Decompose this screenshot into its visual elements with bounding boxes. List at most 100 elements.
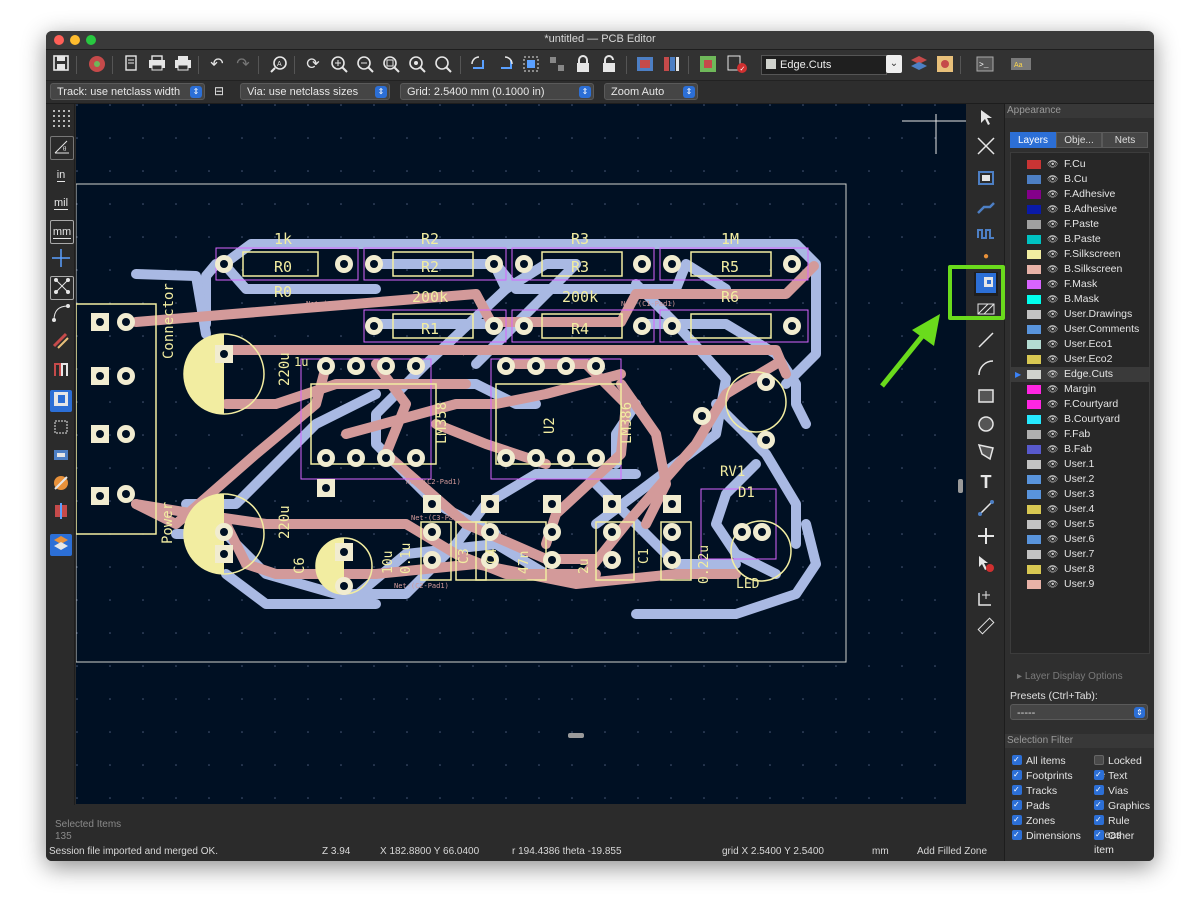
eye-icon[interactable]: 👁 (1047, 412, 1058, 427)
delete-tool-icon[interactable] (974, 554, 998, 578)
layer-color-swatch[interactable] (1027, 190, 1041, 199)
layer-row[interactable]: 👁 B.Adhesive (1011, 202, 1149, 217)
eye-icon[interactable]: 👁 (1047, 277, 1058, 292)
presets-select[interactable]: ----- ⇕ (1010, 704, 1148, 720)
save-icon[interactable] (50, 54, 72, 76)
drc-icon[interactable]: ✓ (726, 54, 748, 76)
active-layer-select[interactable]: Edge.Cuts (761, 55, 887, 75)
eye-icon[interactable]: 👁 (1047, 382, 1058, 397)
eye-icon[interactable]: 👁 (1047, 427, 1058, 442)
layer-row[interactable]: 👁 F.Silkscreen (1011, 247, 1149, 262)
layer-color-swatch[interactable] (1027, 220, 1041, 229)
eye-icon[interactable]: 👁 (1047, 547, 1058, 562)
layer-row[interactable]: 👁 User.3 (1011, 487, 1149, 502)
eye-icon[interactable]: 👁 (1047, 187, 1058, 202)
cursor-crosshair-icon[interactable] (50, 248, 72, 270)
high-contrast-icon[interactable] (50, 474, 72, 496)
plugin-icon[interactable]: Aa (1010, 54, 1032, 76)
grid-toggle-icon[interactable] (50, 108, 72, 130)
layer-color-swatch[interactable] (1027, 490, 1041, 499)
selection-filter-checkbox[interactable]: Graphics (1094, 799, 1150, 813)
set-origin-icon[interactable] (974, 588, 998, 612)
layer-color-swatch[interactable] (1027, 355, 1041, 364)
layer-pair-icon[interactable] (908, 54, 930, 76)
zoom-out-icon[interactable] (354, 54, 376, 76)
chevron-down-icon[interactable]: ⌄ (886, 55, 902, 73)
ungroup-icon[interactable] (546, 54, 568, 76)
selection-filter-checkbox[interactable]: Other item (1094, 829, 1154, 856)
unlock-icon[interactable] (598, 54, 620, 76)
draw-rectangle-icon[interactable] (974, 386, 998, 410)
layer-row[interactable]: 👁 User.8 (1011, 562, 1149, 577)
layer-color-swatch[interactable] (1027, 415, 1041, 424)
layer-row[interactable]: 👁 User.Eco1 (1011, 337, 1149, 352)
add-anchor-icon[interactable] (974, 526, 998, 550)
measure-icon[interactable] (974, 616, 998, 640)
eye-icon[interactable]: 👁 (1047, 247, 1058, 262)
layer-color-swatch[interactable] (1027, 295, 1041, 304)
eye-icon[interactable]: 👁 (1047, 442, 1058, 457)
update-pcb-icon[interactable] (698, 54, 720, 76)
eye-icon[interactable]: 👁 (1047, 232, 1058, 247)
layer-color-swatch[interactable] (1027, 310, 1041, 319)
zoom-select[interactable]: Zoom Auto ⇕ (604, 83, 698, 100)
draw-polygon-icon[interactable] (974, 442, 998, 466)
layer-row[interactable]: 👁 B.Cu (1011, 172, 1149, 187)
zoom-in-icon[interactable] (328, 54, 350, 76)
tab-nets[interactable]: Nets (1102, 132, 1148, 148)
eye-icon[interactable]: 👁 (1047, 262, 1058, 277)
eye-icon[interactable]: 👁 (1047, 322, 1058, 337)
scripting-icon[interactable] (934, 54, 956, 76)
rotate-cw-icon[interactable] (494, 54, 516, 76)
units-mil-button[interactable]: mil (50, 192, 72, 214)
page-settings-icon[interactable] (120, 54, 142, 76)
eye-icon[interactable]: 👁 (1047, 397, 1058, 412)
rotate-ccw-icon[interactable] (468, 54, 490, 76)
find-icon[interactable]: A (268, 54, 290, 76)
selection-filter-checkbox[interactable]: Footprints (1012, 769, 1073, 783)
refresh-icon[interactable]: ⟳ (302, 54, 324, 76)
undo-icon[interactable]: ↶ (206, 54, 228, 76)
polar-coords-icon[interactable]: θ (50, 136, 74, 160)
track-width-select[interactable]: Track: use netclass width ⇕ (50, 83, 205, 100)
layer-row[interactable]: 👁 User.4 (1011, 502, 1149, 517)
tab-objects[interactable]: Obje... (1056, 132, 1102, 148)
layer-color-swatch[interactable] (1027, 580, 1041, 589)
layer-row[interactable]: 👁 F.Adhesive (1011, 187, 1149, 202)
zoom-selection-icon[interactable] (432, 54, 454, 76)
selection-filter-checkbox[interactable]: Zones (1012, 814, 1055, 828)
via-icon[interactable]: ● (974, 252, 998, 262)
layer-row[interactable]: 👁 User.5 (1011, 517, 1149, 532)
layer-row[interactable]: 👁 B.Courtyard (1011, 412, 1149, 427)
layer-color-swatch[interactable] (1027, 535, 1041, 544)
eye-icon[interactable]: 👁 (1047, 172, 1058, 187)
layer-row[interactable]: 👁 B.Fab (1011, 442, 1149, 457)
layer-row[interactable]: 👁 F.Cu (1011, 157, 1149, 172)
eye-icon[interactable]: 👁 (1047, 217, 1058, 232)
eye-icon[interactable]: 👁 (1047, 577, 1058, 592)
eye-icon[interactable]: 👁 (1047, 472, 1058, 487)
group-icon[interactable] (520, 54, 542, 76)
zone-fill-icon[interactable] (50, 390, 72, 412)
track-outline-icon[interactable] (50, 360, 72, 382)
layer-color-swatch[interactable] (1027, 385, 1041, 394)
layer-row[interactable]: 👁 User.1 (1011, 457, 1149, 472)
grid-select[interactable]: Grid: 2.5400 mm (0.1000 in) ⇕ (400, 83, 594, 100)
select-arrow-icon[interactable] (974, 108, 998, 132)
draw-circle-icon[interactable] (974, 414, 998, 438)
eye-icon[interactable]: 👁 (1047, 292, 1058, 307)
pad-outline-icon[interactable] (50, 418, 72, 440)
layer-color-swatch[interactable] (1027, 235, 1041, 244)
curved-ratsnest-icon[interactable] (50, 304, 72, 326)
lock-icon[interactable] (572, 54, 594, 76)
layer-color-swatch[interactable] (1027, 460, 1041, 469)
layer-row[interactable]: 👁 B.Mask (1011, 292, 1149, 307)
layer-row[interactable]: 👁 User.6 (1011, 532, 1149, 547)
layer-color-swatch[interactable] (1027, 520, 1041, 529)
layer-row[interactable]: 👁 F.Courtyard (1011, 397, 1149, 412)
layer-color-swatch[interactable] (1027, 400, 1041, 409)
layer-color-swatch[interactable] (1027, 370, 1041, 379)
console-icon[interactable]: >_ (974, 54, 996, 76)
add-dimension-icon[interactable] (974, 498, 998, 522)
layer-color-swatch[interactable] (1027, 325, 1041, 334)
